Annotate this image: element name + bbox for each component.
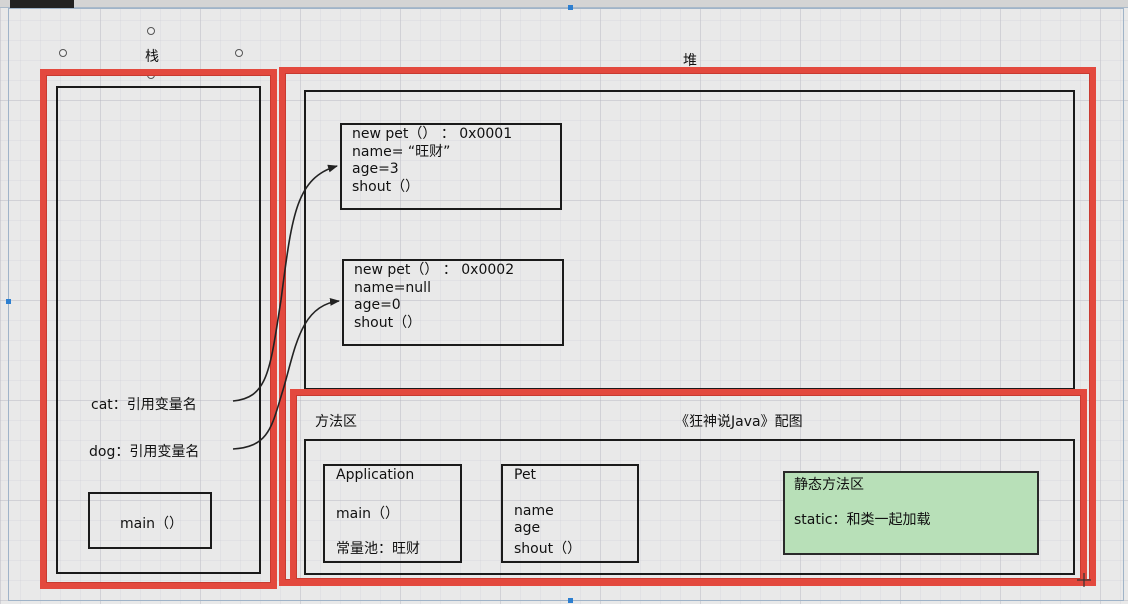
constant-pool: 常量池：旺财 [336,541,420,557]
application-class-box: Application main（） 常量池：旺财 [323,464,462,563]
dog-variable: dog：引用变量名 [89,444,200,460]
main-frame-box: main（） [88,492,212,549]
object-header: new pet（） ： 0x0002 [354,262,515,278]
object-method: shout（） [354,314,422,331]
method-area-caption: 《狂神说Java》配图 [675,414,803,430]
method-area-title: 方法区 [315,414,357,430]
object-header: new pet（） ： 0x0001 [352,126,513,142]
object-age-field: age=3 [352,161,399,177]
pet-class-box: Pet name age shout（） [501,464,639,563]
application-class-name: Application [336,467,415,483]
selection-handle-top[interactable] [147,27,155,35]
object-age-field: age=0 [354,297,401,313]
pet-field-age: age [514,520,541,536]
heap-object-cat: new pet（） ： 0x0001 name= “旺财” age=3 shou… [340,123,562,210]
pet-field-name: name [514,503,554,519]
heap-object-dog: new pet（） ： 0x0002 name=null age=0 shout… [342,259,564,346]
selection-handle-right[interactable] [235,49,243,57]
main-frame-label: main（） [120,516,183,532]
object-method: shout（） [352,178,420,195]
static-area-note: static：和类一起加载 [794,512,931,528]
canvas-resize-handle-bottom[interactable] [568,598,573,603]
object-name-field: name=null [354,279,431,296]
cat-variable: cat：引用变量名 [91,397,197,413]
application-main-method: main（） [336,506,399,522]
static-method-area-box: 静态方法区 static：和类一起加载 [783,471,1039,555]
static-area-title: 静态方法区 [794,477,864,493]
canvas-resize-handle-top[interactable] [568,5,573,10]
pet-class-name: Pet [514,467,537,483]
pet-method-shout: shout（） [514,541,582,557]
top-bar [0,0,1128,8]
object-name-field: name= “旺财” [352,143,451,160]
active-tab[interactable] [10,0,74,8]
stack-title: 栈 [145,49,159,65]
selection-handle-left[interactable] [59,49,67,57]
canvas-resize-handle-left[interactable] [6,299,11,304]
